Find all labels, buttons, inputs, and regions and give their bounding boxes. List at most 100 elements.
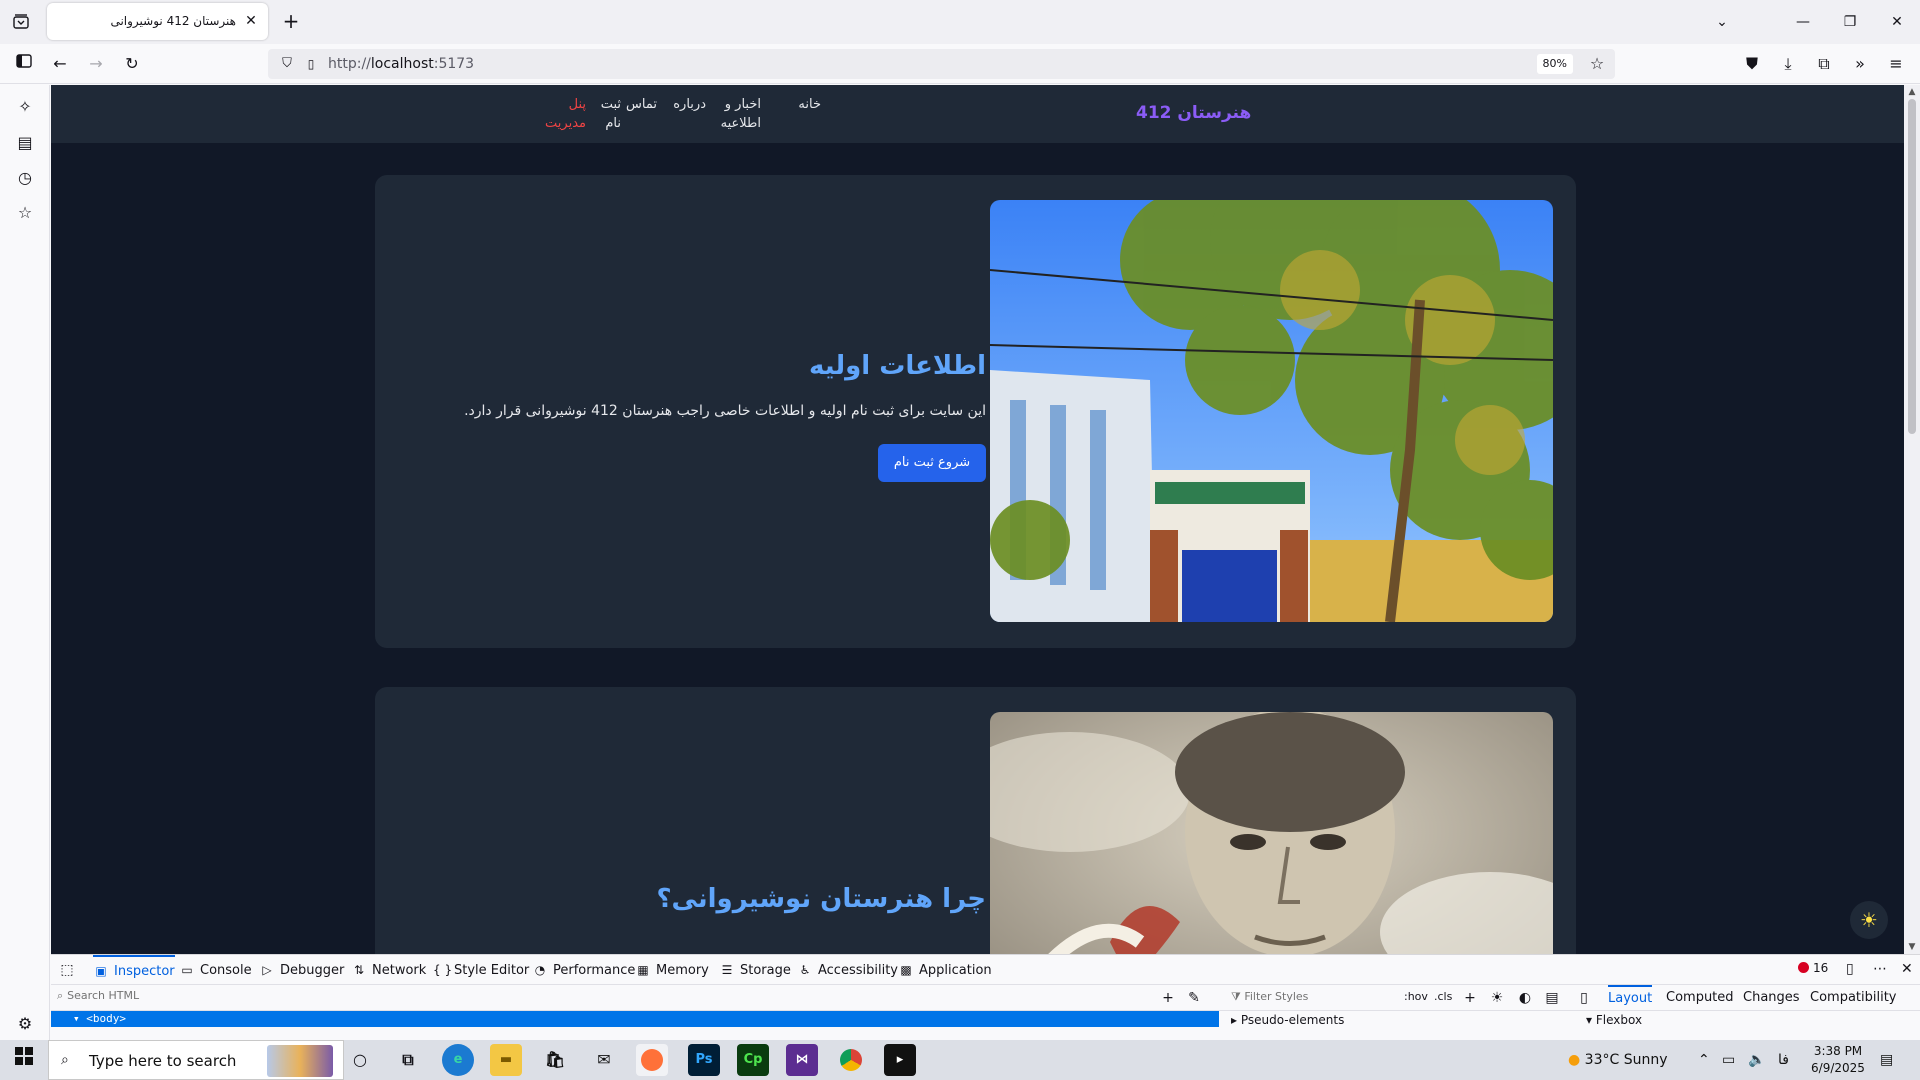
devtools-tab-style-editor[interactable]: { } Style Editor	[433, 955, 529, 985]
photoshop-icon[interactable]: Ps	[688, 1044, 720, 1076]
error-count-badge[interactable]: 16	[1798, 961, 1828, 975]
minimize-button[interactable]: —	[1780, 0, 1826, 44]
chrome-icon[interactable]	[835, 1044, 867, 1076]
restore-button[interactable]: ❐	[1827, 0, 1873, 44]
filter-styles-input[interactable]: ⧩ Filter Styles	[1231, 990, 1308, 1004]
windows-start-icon[interactable]	[0, 1040, 48, 1080]
extensions-icon[interactable]: ⧉	[1812, 52, 1836, 76]
language-indicator[interactable]: فا	[1778, 1040, 1789, 1080]
terminal-app-icon[interactable]: ▸	[884, 1044, 916, 1076]
theme-toggle-sun-icon[interactable]: ☀	[1850, 901, 1888, 939]
volume-icon[interactable]: 🔈	[1748, 1040, 1765, 1080]
rules-tab-layout[interactable]: Layout	[1608, 985, 1653, 1011]
reload-icon[interactable]: ↻	[120, 52, 144, 76]
add-rule-icon[interactable]: +	[1460, 988, 1480, 1008]
dock-side-icon[interactable]: ▯	[1846, 961, 1854, 977]
weather-widget[interactable]: ● 33°C Sunny	[1568, 1040, 1668, 1080]
rules-tab-compatibility[interactable]: Compatibility	[1810, 985, 1897, 1011]
bookmark-star-icon[interactable]: ☆	[1587, 54, 1607, 74]
visual-studio-icon[interactable]: ⋈	[786, 1044, 818, 1076]
scrollbar-thumb[interactable]	[1908, 99, 1916, 434]
devtools-tab-console[interactable]: ▭ Console	[179, 955, 251, 985]
devtools-tab-performance[interactable]: ◔ Performance	[532, 955, 636, 985]
synced-tabs-icon[interactable]: ▤	[13, 131, 37, 155]
devtools-tab-memory[interactable]: ▦ Memory	[635, 955, 709, 985]
scroll-up-arrow-icon[interactable]: ▲	[1904, 85, 1920, 99]
devtools-tab-network[interactable]: ⇅ Network	[351, 955, 426, 985]
url-port: :5173	[433, 56, 475, 72]
devtools-tab-accessibility[interactable]: ♿ Accessibility	[797, 955, 898, 985]
devtools-tab-inspector[interactable]: ▣ Inspector	[93, 955, 175, 985]
more-options-icon[interactable]: ⋯	[1873, 961, 1887, 977]
store-icon[interactable]: 🛍	[539, 1044, 571, 1076]
history-clock-icon[interactable]: ◷	[13, 166, 37, 190]
tab-label: Application	[919, 963, 992, 978]
clock-time: 3:38 PM	[1813, 1044, 1863, 1058]
close-devtools-icon[interactable]: ✕	[1901, 961, 1913, 977]
nav-link-contact[interactable]: تماس	[621, 95, 657, 114]
pocket-icon[interactable]: ⛊	[1740, 52, 1764, 76]
cls-toggle[interactable]: .cls	[1434, 990, 1452, 1003]
devtools-tab-storage[interactable]: ☰ Storage	[719, 955, 791, 985]
windows-taskbar: ⌕ Type here to search ○ ⧉ e ▬ 🛍 ✉ Ps Cp …	[0, 1040, 1920, 1080]
back-arrow-icon[interactable]: ←	[48, 52, 72, 76]
scroll-down-arrow-icon[interactable]: ▼	[1904, 940, 1920, 954]
rules-tab-computed[interactable]: Computed	[1666, 985, 1734, 1011]
list-all-tabs-icon[interactable]	[10, 11, 32, 33]
page-icon[interactable]: ▯	[302, 55, 320, 73]
overflow-chevron-icon[interactable]: »	[1848, 52, 1872, 76]
firefox-icon[interactable]	[636, 1044, 668, 1076]
close-window-button[interactable]: ✕	[1874, 0, 1920, 44]
start-registration-button[interactable]: شروع ثبت نام	[878, 444, 986, 482]
devtools-tab-application[interactable]: ▩ Application	[898, 955, 992, 985]
print-media-icon[interactable]: ▤	[1542, 988, 1562, 1008]
browser-tab-active[interactable]: هنرستان 412 نوشیروانی ✕	[47, 3, 268, 40]
forward-arrow-icon[interactable]: →	[84, 52, 108, 76]
rules-tab-changes[interactable]: Changes	[1743, 985, 1800, 1011]
nav-link-news[interactable]: اخبار و اطلاعیه	[711, 95, 761, 133]
task-view-icon[interactable]: ⧉	[392, 1044, 424, 1076]
cp-app-icon[interactable]: Cp	[737, 1044, 769, 1076]
notifications-icon[interactable]: ▤	[1880, 1040, 1893, 1080]
nav-link-about[interactable]: درباره	[661, 95, 706, 114]
light-mode-icon[interactable]: ☀	[1487, 988, 1507, 1008]
ai-sparkle-icon[interactable]: ✧	[13, 95, 37, 119]
search-html-input[interactable]: ⌕ Search HTML	[57, 989, 139, 1003]
devtools-tab-debugger[interactable]: ▷ Debugger	[259, 955, 344, 985]
add-node-icon[interactable]: +	[1158, 988, 1178, 1008]
bookmarks-star-icon[interactable]: ☆	[13, 201, 37, 225]
nav-link-register[interactable]: ثبت نام	[591, 95, 621, 133]
settings-gear-icon[interactable]: ⚙	[13, 1012, 37, 1036]
toggle-sidebar-icon[interactable]: ▯	[1574, 988, 1594, 1008]
chevron-down-icon[interactable]: ⌄	[1711, 11, 1733, 33]
selected-markup-node[interactable]: ▾ <body>	[51, 1011, 1219, 1027]
cortana-icon[interactable]: ○	[344, 1044, 376, 1076]
nav-link-admin-panel[interactable]: پنل مدیریت	[541, 95, 586, 133]
sidebar-toggle-icon[interactable]	[12, 52, 36, 76]
contrast-icon[interactable]: ◐	[1515, 988, 1535, 1008]
edge-icon[interactable]: e	[442, 1044, 474, 1076]
flexbox-section-toggle[interactable]: ▾ Flexbox	[1586, 1013, 1642, 1027]
tab-label: Performance	[553, 963, 636, 978]
pseudo-elements-toggle[interactable]: ▸ Pseudo-elements	[1231, 1013, 1344, 1027]
file-explorer-icon[interactable]: ▬	[490, 1044, 522, 1076]
tray-chevron-icon[interactable]: ⌃	[1698, 1040, 1710, 1080]
system-clock[interactable]: 3:38 PM 6/9/2025	[1808, 1043, 1868, 1077]
menu-hamburger-icon[interactable]: ≡	[1884, 52, 1908, 76]
element-picker-icon[interactable]: ⬚	[57, 960, 77, 980]
download-icon[interactable]: ⤓	[1776, 52, 1800, 76]
hov-toggle[interactable]: :hov	[1404, 990, 1428, 1003]
new-tab-button[interactable]: +	[279, 10, 303, 34]
url-text[interactable]: http://localhost:5173	[328, 56, 474, 72]
shield-icon[interactable]: ⛉	[278, 55, 296, 73]
site-brand[interactable]: هنرستان 412	[1136, 103, 1251, 123]
mail-icon[interactable]: ✉	[588, 1044, 620, 1076]
taskbar-search-box[interactable]: ⌕ Type here to search	[48, 1040, 344, 1080]
network-icon[interactable]: ▭	[1722, 1040, 1735, 1080]
close-tab-icon[interactable]: ✕	[242, 12, 260, 30]
page-scrollbar[interactable]: ▲ ▼	[1904, 85, 1920, 954]
eyedropper-icon[interactable]: ✎	[1184, 988, 1204, 1008]
zoom-level-button[interactable]: 80%	[1536, 54, 1573, 74]
nav-link-home[interactable]: خانه	[761, 95, 821, 114]
address-bar[interactable]: ⛉ ▯ http://localhost:5173 80% ☆	[268, 49, 1615, 79]
